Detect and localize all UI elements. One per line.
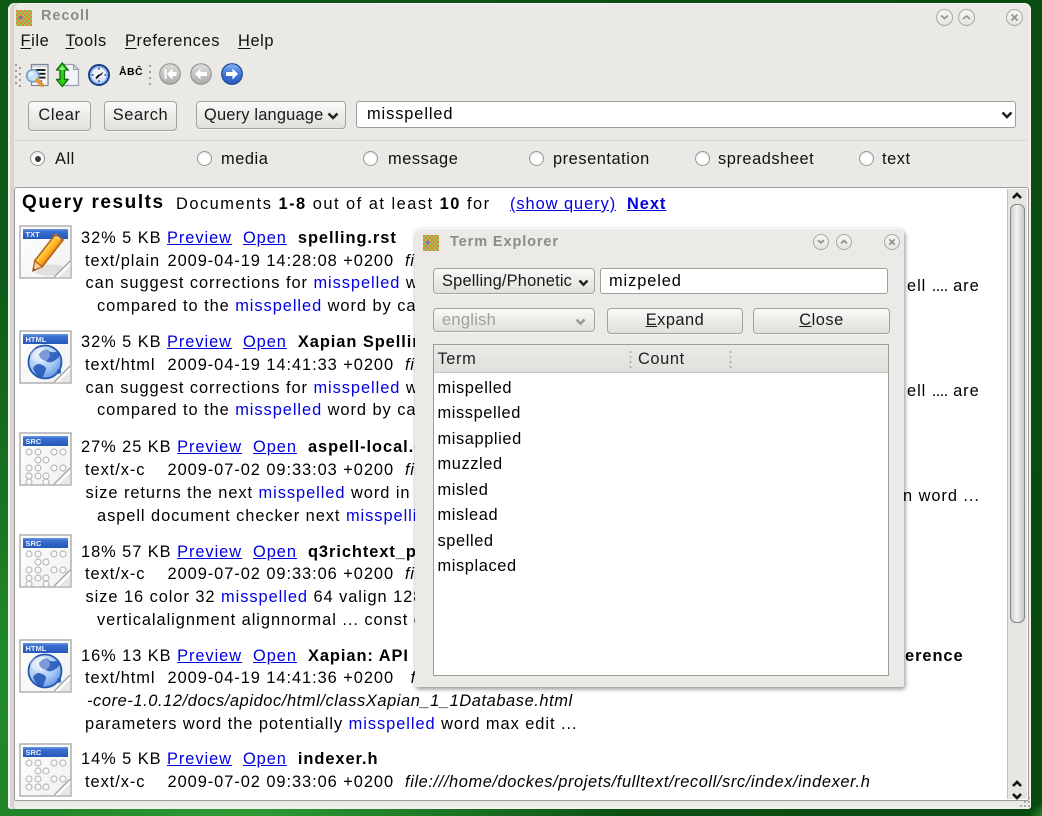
svg-text:HTML: HTML [26,644,47,653]
svg-text:SRC: SRC [26,539,42,548]
svg-text:SRC: SRC [26,437,42,446]
svg-text:TXT: TXT [26,230,41,239]
svg-text:SRC: SRC [26,748,42,757]
svg-text:HTML: HTML [26,335,47,344]
